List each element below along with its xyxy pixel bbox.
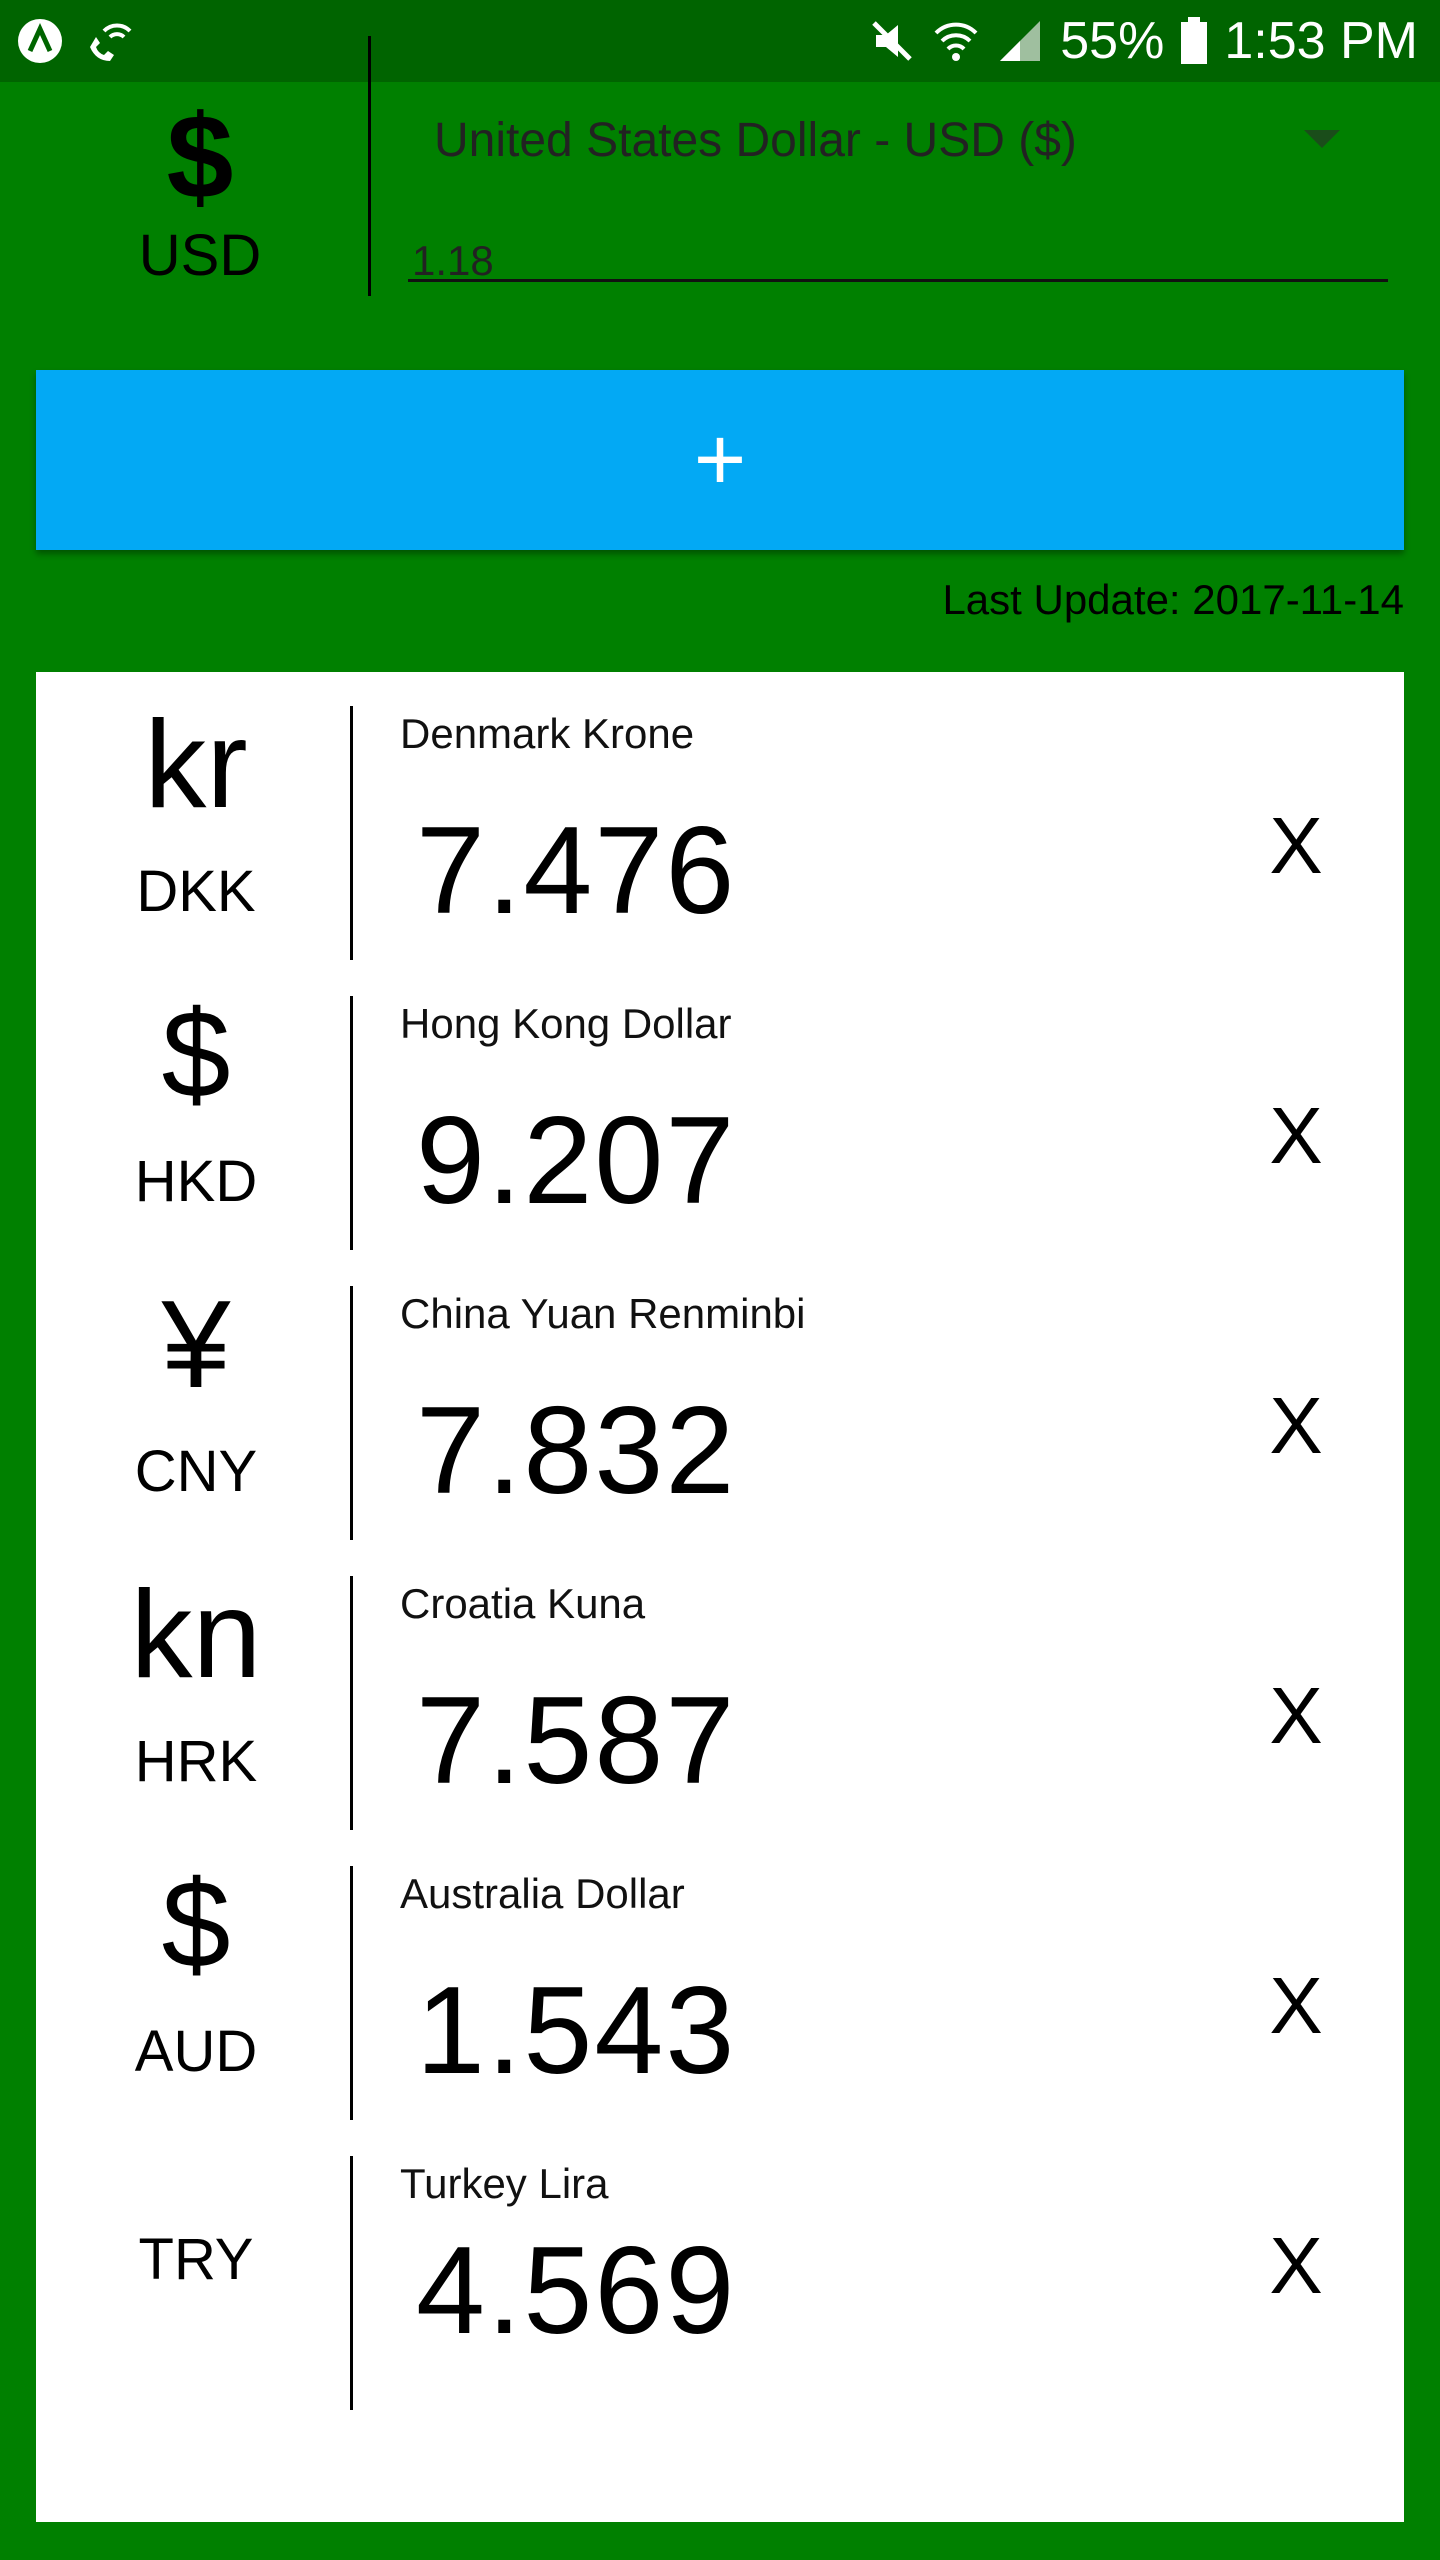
currency-name: Turkey Lira <box>400 2160 609 2207</box>
mute-icon <box>868 17 916 65</box>
remove-currency-button[interactable]: X <box>1256 1380 1336 1472</box>
divider <box>350 1866 353 2120</box>
currency-symbol: $ <box>161 1856 231 1994</box>
status-bar: 55% 1:53 PM <box>0 0 1440 82</box>
currency-list: kr DKK Denmark Krone 7.476 X $ HKD Hong … <box>36 672 1404 2522</box>
add-currency-button[interactable]: + <box>36 370 1404 550</box>
base-currency-panel: $ USD United States Dollar - USD ($) 1.1… <box>0 36 1440 322</box>
currency-name: Australia Dollar <box>400 1870 685 1917</box>
currency-rate: 4.569 <box>416 2222 737 2360</box>
divider <box>350 706 353 960</box>
currency-symbol: kr <box>144 696 248 834</box>
signal-icon <box>996 17 1044 65</box>
currency-name: China Yuan Renminbi <box>400 1290 806 1337</box>
remove-currency-button[interactable]: X <box>1256 1090 1336 1182</box>
currency-row-aud: $ AUD Australia Dollar 1.543 X <box>36 1850 1404 2120</box>
currency-symbol: ¥ <box>161 1276 231 1414</box>
divider <box>350 1576 353 1830</box>
currency-symbol: $ <box>161 986 231 1124</box>
divider <box>350 2156 353 2410</box>
battery-icon <box>1180 17 1208 65</box>
dropdown-arrow-icon <box>1304 130 1340 148</box>
app-icon <box>16 17 64 65</box>
base-currency-dropdown-label: United States Dollar - USD ($) <box>434 113 1077 167</box>
remove-currency-button[interactable]: X <box>1256 1960 1336 2052</box>
currency-name: Denmark Krone <box>400 710 695 757</box>
currency-row-cny: ¥ CNY China Yuan Renminbi 7.832 X <box>36 1270 1404 1540</box>
currency-code: DKK <box>136 859 256 924</box>
divider <box>350 996 353 1250</box>
currency-row-try: TRY Turkey Lira 4.569 X <box>36 2140 1404 2410</box>
divider <box>368 36 371 296</box>
currency-name: Hong Kong Dollar <box>400 1000 732 1047</box>
wifi-icon <box>932 17 980 65</box>
currency-code: HKD <box>134 1149 258 1214</box>
currency-symbol: kn <box>130 1566 262 1704</box>
currency-rate: 7.587 <box>416 1672 737 1810</box>
currency-code: AUD <box>134 2019 258 2084</box>
currency-rate: 1.543 <box>416 1962 737 2100</box>
base-currency-code: USD <box>138 223 262 288</box>
currency-row-dkk: kr DKK Denmark Krone 7.476 X <box>36 690 1404 960</box>
currency-rate: 9.207 <box>416 1092 737 1230</box>
currency-code: HRK <box>134 1729 258 1794</box>
currency-code: CNY <box>134 1439 258 1504</box>
base-amount-input[interactable]: 1.18 <box>408 232 1388 284</box>
currency-row-hkd: $ HKD Hong Kong Dollar 9.207 X <box>36 980 1404 1250</box>
base-currency-dropdown[interactable]: United States Dollar - USD ($) <box>434 100 1364 180</box>
remove-currency-button[interactable]: X <box>1256 800 1336 892</box>
remove-currency-button[interactable]: X <box>1256 1670 1336 1762</box>
divider <box>350 1286 353 1540</box>
battery-percent: 55% <box>1060 12 1165 70</box>
currency-name: Croatia Kuna <box>400 1580 646 1627</box>
currency-rate: 7.832 <box>416 1382 737 1520</box>
currency-rate: 7.476 <box>416 802 737 940</box>
clock: 1:53 PM <box>1224 12 1418 70</box>
currency-code: TRY <box>138 2227 254 2292</box>
wifi-call-icon <box>82 17 134 65</box>
base-currency-symbol: $ <box>166 90 234 224</box>
currency-row-hrk: kn HRK Croatia Kuna 7.587 X <box>36 1560 1404 1830</box>
remove-currency-button[interactable]: X <box>1256 2220 1336 2312</box>
last-update-text: Last Update: 2017-11-14 <box>942 576 1404 623</box>
